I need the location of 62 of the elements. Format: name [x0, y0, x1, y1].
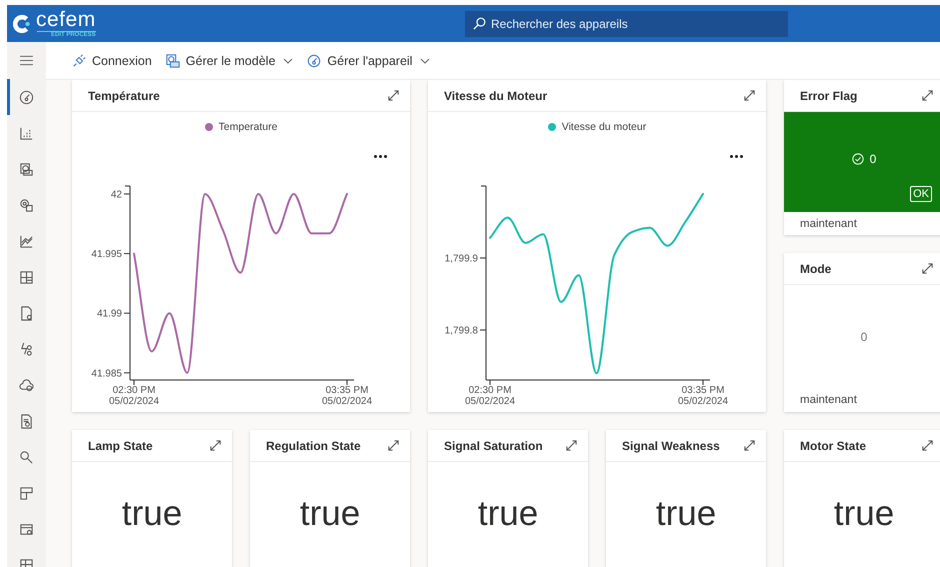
dot-chart-icon [19, 126, 34, 140]
search-icon [473, 16, 486, 30]
command-button[interactable]: Connexion [70, 50, 154, 72]
plug-icon [72, 54, 86, 68]
command-button[interactable]: Gérer le modèle [164, 50, 296, 72]
document-icon [19, 306, 34, 320]
y-tick-label: 41.985 [91, 368, 122, 380]
gauge-icon [307, 54, 322, 68]
check-circle-icon [852, 153, 864, 165]
card-title: Error Flag [800, 88, 858, 102]
y-tick-label: 41.995 [91, 249, 122, 260]
x-tick-label: 03:35 PM 05/02/2024 [678, 385, 728, 407]
expand-icon[interactable] [209, 439, 222, 452]
card-title: Mode [800, 262, 832, 276]
layout-icon [19, 486, 34, 500]
x-tick-label: 02:30 PM 05/02/2024 [464, 385, 516, 407]
cloud-icon [19, 378, 34, 392]
command-button[interactable]: Gérer l'appareil [305, 50, 432, 72]
report-icon [19, 414, 34, 428]
x-tick-label: 03:35 PM 05/02/2024 [322, 385, 372, 407]
expand-icon[interactable] [921, 262, 934, 275]
grid-icon [19, 270, 34, 284]
tile-value: true [834, 494, 894, 534]
search-field[interactable]: Rechercher des appareils [465, 10, 788, 36]
card-title: Motor State [800, 438, 866, 452]
tile-value: 0 [860, 330, 868, 344]
expand-icon[interactable] [387, 89, 400, 102]
expand-icon[interactable] [743, 439, 756, 452]
y-tick-label: 1,799.8 [444, 326, 478, 337]
card-title: Température [88, 88, 160, 102]
card-title: Lamp State [88, 438, 153, 452]
y-tick-label: 1,799.9 [444, 254, 478, 264]
status-badge: OK [910, 186, 932, 202]
x-tick-label: 02:30 PM 05/02/2024 [108, 385, 160, 407]
timestamp: maintenant [800, 218, 857, 230]
panel-icon [19, 522, 34, 536]
timestamp: maintenant [800, 394, 857, 406]
y-tick-label: 41.99 [96, 308, 122, 320]
expand-icon[interactable] [921, 89, 934, 102]
tile-value: true [300, 494, 360, 534]
expand-icon[interactable] [565, 439, 578, 452]
card-title: Signal Weakness [622, 438, 720, 452]
logo-name: cefem [36, 9, 96, 30]
flag-value: 0 [870, 152, 876, 166]
legend-item: Vitesse du moteur [548, 121, 646, 133]
expand-icon[interactable] [387, 439, 400, 452]
gauge-icon [19, 90, 34, 104]
expand-icon[interactable] [743, 89, 756, 102]
gear-box-icon [19, 198, 34, 212]
expand-icon[interactable] [921, 439, 934, 452]
tile-value: true [478, 494, 538, 534]
tile-value: true [656, 494, 716, 534]
line-chart-icon [19, 234, 34, 248]
menu-icon [19, 55, 34, 66]
model-icon [166, 54, 180, 68]
card-title: Signal Saturation [444, 438, 543, 452]
device-icon [19, 162, 34, 176]
legend-item: Temperature [204, 121, 278, 133]
tile-value: true [122, 494, 182, 534]
card-title: Vitesse du Moteur [444, 88, 548, 102]
y-tick-label: 42 [110, 189, 122, 200]
card-title: Regulation State [266, 438, 361, 452]
